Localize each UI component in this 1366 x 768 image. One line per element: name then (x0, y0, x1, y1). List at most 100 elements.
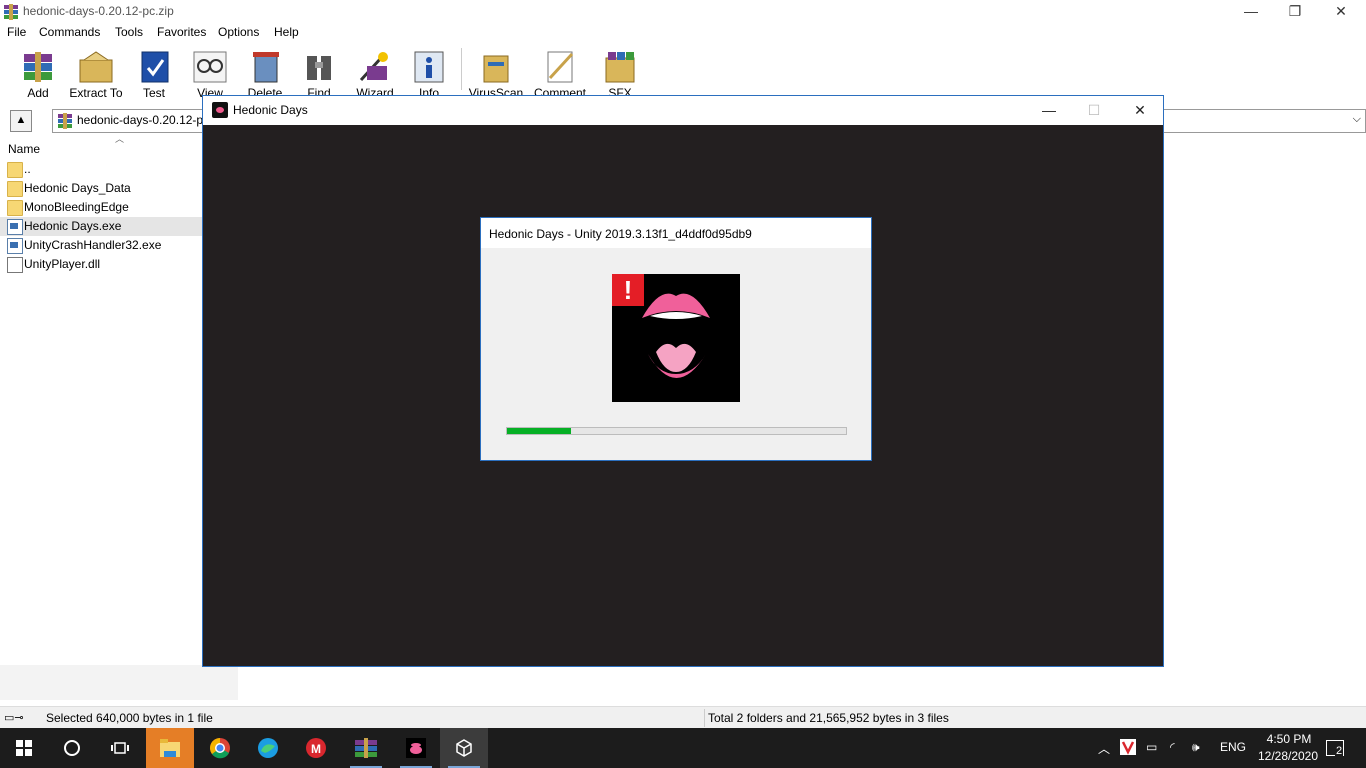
file-explorer-button[interactable] (146, 728, 194, 768)
info-button[interactable]: Info (401, 46, 457, 100)
game-minimize-button[interactable]: — (1026, 96, 1072, 125)
clock-time[interactable]: 4:50 PM (1258, 732, 1320, 746)
winrar-icon (355, 738, 377, 758)
info-icon (414, 51, 444, 83)
extract-to-button[interactable]: Extract To (68, 46, 124, 100)
path-text: hedonic-days-0.20.12-p (77, 113, 204, 127)
find-icon (307, 56, 331, 80)
toolbar-separator (461, 48, 462, 90)
hedonic-days-taskbar-button[interactable] (392, 728, 440, 768)
edge-icon (258, 738, 278, 758)
menu-file[interactable]: File (7, 25, 26, 39)
drive-key-icon: ▭⊸ (4, 712, 24, 724)
file-name: MonoBleedingEdge (24, 200, 129, 214)
up-arrow-icon: ▲ (15, 114, 27, 126)
game-window: Hedonic Days — ☐ ✕ Hedonic Days - Unity … (202, 95, 1164, 667)
column-name[interactable]: Name (8, 142, 40, 156)
start-icon (16, 740, 32, 756)
status-divider (704, 709, 705, 727)
wizard-icon (359, 52, 388, 82)
exe-icon (7, 238, 23, 254)
extract-to-label: Extract To (69, 86, 123, 100)
folder-icon (7, 200, 23, 216)
task-view-button[interactable] (96, 728, 144, 768)
chrome-button[interactable] (196, 728, 244, 768)
view-button[interactable]: View (182, 46, 238, 100)
task-view-icon (111, 742, 129, 754)
toolbar: Add Extract To Test View Delete Find Wiz… (0, 42, 1366, 102)
chevron-up-icon[interactable]: ︿ (1098, 740, 1110, 757)
winrar-taskbar-button[interactable] (342, 728, 390, 768)
chrome-icon (210, 738, 230, 759)
cortana-icon (64, 740, 80, 756)
edge-button[interactable] (244, 728, 292, 768)
menu-help[interactable]: Help (274, 25, 299, 39)
folder-icon (7, 162, 23, 178)
hedonic-days-app-icon (212, 102, 228, 118)
close-button[interactable]: ✕ (1318, 0, 1364, 24)
unity-icon (456, 739, 472, 757)
hedonic-days-icon (406, 738, 426, 758)
menu-options[interactable]: Options (218, 25, 259, 39)
cortana-button[interactable] (48, 728, 96, 768)
test-label: Test (142, 86, 165, 100)
dll-icon (7, 257, 23, 273)
game-titlebar: Hedonic Days — ☐ ✕ (203, 96, 1163, 125)
wizard-button[interactable]: Wizard (347, 46, 403, 100)
menu-bar: File Commands Tools Favorites Options He… (0, 24, 1366, 42)
archive-icon (57, 113, 73, 129)
battery-icon[interactable]: ▭ (1146, 740, 1157, 754)
comment-button[interactable]: Comment (532, 46, 588, 100)
status-selected: Selected 640,000 bytes in 1 file (46, 711, 213, 725)
volume-icon[interactable]: 🕪 (1192, 740, 1200, 755)
wifi-icon[interactable]: ◜ (1170, 740, 1175, 754)
delete-icon (253, 52, 279, 83)
vivaldi-tray-icon[interactable] (1120, 739, 1136, 755)
file-name: UnityPlayer.dll (24, 257, 101, 271)
unity-taskbar-button[interactable] (440, 728, 488, 768)
file-name: Hedonic Days_Data (24, 181, 131, 195)
comment-icon (547, 51, 574, 83)
chevron-down-icon[interactable]: ⌵ (1353, 113, 1361, 126)
file-explorer-icon (160, 739, 180, 757)
game-maximize-button[interactable]: ☐ (1071, 96, 1117, 125)
notification-count: 2 (1335, 745, 1344, 757)
add-button[interactable]: Add (10, 46, 66, 100)
menu-tools[interactable]: Tools (115, 25, 143, 39)
unity-splash-dialog: Hedonic Days - Unity 2019.3.13f1_d4ddf0d… (480, 217, 872, 461)
exe-icon (7, 219, 23, 235)
start-button[interactable] (0, 728, 48, 768)
progress-fill (507, 428, 571, 434)
svg-text:M: M (311, 742, 321, 756)
window-title: hedonic-days-0.20.12-pc.zip (23, 4, 174, 18)
winrar-titlebar: hedonic-days-0.20.12-pc.zip — ❐ ✕ (0, 0, 1366, 24)
alert-icon: ! (612, 274, 644, 306)
sort-arrow-icon: ︿ (115, 134, 125, 144)
menu-commands[interactable]: Commands (39, 25, 100, 39)
splash-title: Hedonic Days - Unity 2019.3.13f1_d4ddf0d… (489, 227, 752, 241)
delete-button[interactable]: Delete (237, 46, 293, 100)
winrar-app-icon (3, 4, 19, 20)
virusscan-button[interactable]: VirusScan (468, 46, 524, 100)
game-close-button[interactable]: ✕ (1117, 96, 1163, 125)
test-button[interactable]: Test (126, 46, 182, 100)
sfx-button[interactable]: SFX (592, 46, 648, 100)
folder-icon (7, 181, 23, 197)
virusscan-icon (483, 55, 509, 83)
file-name: UnityCrashHandler32.exe (24, 238, 162, 252)
view-icon (193, 51, 227, 83)
clock-date[interactable]: 12/28/2020 (1250, 749, 1326, 763)
find-button[interactable]: Find (291, 46, 347, 100)
add-archive-icon (24, 52, 52, 82)
extract-to-icon (79, 51, 113, 83)
splash-logo: ! (612, 274, 740, 402)
up-folder-button[interactable]: ▲ (10, 110, 32, 132)
status-bar: ▭⊸ Selected 640,000 bytes in 1 file Tota… (0, 706, 1366, 729)
menu-favorites[interactable]: Favorites (157, 25, 206, 39)
restore-button[interactable]: ❐ (1272, 0, 1318, 24)
mega-button[interactable]: M (292, 728, 340, 768)
minimize-button[interactable]: — (1228, 0, 1274, 24)
language-indicator[interactable]: ENG (1220, 740, 1246, 754)
taskbar: M ︿ ▭ ◜ 🕪 ENG 4:50 PM 12/28/2020 2 (0, 728, 1366, 768)
test-icon (141, 51, 169, 83)
